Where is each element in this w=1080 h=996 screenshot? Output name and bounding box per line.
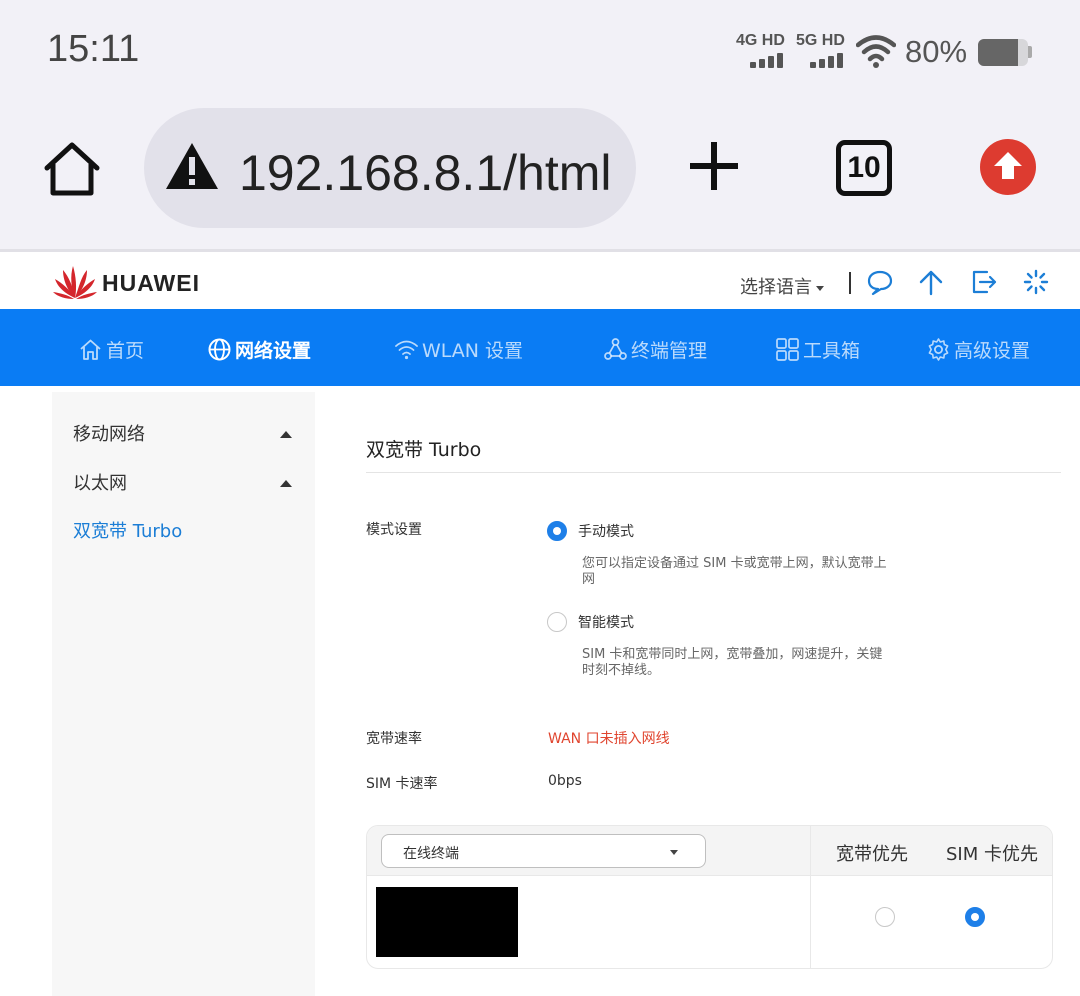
manual-mode-label[interactable]: 手动模式	[578, 521, 634, 541]
status-bar: 15:11 4G HD 5G HD 80%	[0, 0, 1080, 96]
nav-label: 终端管理	[631, 339, 708, 362]
address-bar[interactable]: 192.168.8.1/html	[144, 108, 636, 228]
col-sim-priority: SIM 卡优先	[946, 844, 1038, 865]
sidebar-item-mobile-network[interactable]: 移动网络	[73, 420, 145, 446]
logout-icon[interactable]	[970, 268, 998, 296]
gear-icon	[928, 337, 949, 361]
broadband-rate-value: WAN 口未插入网线	[548, 731, 670, 747]
sim-priority-radio[interactable]	[965, 907, 985, 927]
tab-switcher-button[interactable]: 10	[836, 140, 892, 196]
page-title: 双宽带 Turbo	[366, 439, 482, 461]
home-icon[interactable]	[40, 138, 104, 202]
manual-mode-radio[interactable]	[547, 521, 567, 541]
message-icon[interactable]	[866, 268, 894, 296]
divider	[366, 472, 1061, 473]
sidebar: 移动网络 以太网 双宽带 Turbo	[52, 392, 315, 996]
sim-rate-label: SIM 卡速率	[366, 776, 438, 792]
router-header: HUAWEI 选择语言	[0, 255, 1080, 309]
broadband-rate-label: 宽带速率	[366, 731, 422, 747]
grid-icon	[776, 337, 799, 361]
nav-wlan-settings[interactable]: WLAN 设置	[394, 335, 523, 363]
manual-mode-description: 您可以指定设备通过 SIM 卡或宽带上网，默认宽带上网	[582, 556, 887, 587]
dropdown-value: 在线终端	[403, 846, 459, 862]
mode-settings-label: 模式设置	[366, 522, 422, 538]
cellular-signal-icon: 4G HD	[736, 32, 785, 70]
loading-icon	[1023, 269, 1049, 295]
wifi-icon	[856, 35, 896, 68]
caret-up-icon[interactable]	[280, 480, 292, 487]
redacted-device-name	[376, 887, 518, 957]
smart-mode-description: SIM 卡和宽带同时上网，宽带叠加，网速提升，关键时刻不掉线。	[582, 647, 883, 678]
home-icon	[80, 339, 101, 360]
language-label: 选择语言	[740, 277, 812, 298]
nav-label: 首页	[106, 339, 145, 362]
url-text[interactable]: 192.168.8.1/html	[239, 144, 612, 202]
caret-up-icon[interactable]	[280, 431, 292, 438]
huawei-logo	[53, 266, 97, 299]
online-devices-dropdown[interactable]: 在线终端	[381, 834, 706, 868]
broadband-priority-radio[interactable]	[875, 907, 895, 927]
main-nav: 首页 网络设置 WLAN 设置 终端管理 工具箱 高级设置	[0, 309, 1080, 386]
warning-icon[interactable]	[164, 140, 220, 192]
device-priority-table: 在线终端 宽带优先 SIM 卡优先	[366, 825, 1053, 969]
sidebar-item-dual-broadband-turbo[interactable]: 双宽带 Turbo	[73, 517, 182, 543]
nav-label: 网络设置	[235, 339, 312, 362]
arrow-up-icon	[994, 152, 1022, 179]
update-button[interactable]	[980, 139, 1036, 195]
nav-label: WLAN 设置	[422, 339, 524, 362]
sim-rate-value: 0bps	[548, 773, 582, 789]
nav-home[interactable]: 首页	[78, 335, 144, 363]
sidebar-item-ethernet[interactable]: 以太网	[73, 469, 127, 495]
battery-percent: 80%	[905, 34, 968, 69]
new-tab-icon[interactable]	[688, 140, 740, 192]
table-header: 在线终端 宽带优先 SIM 卡优先	[367, 826, 1052, 876]
language-selector[interactable]: 选择语言	[740, 273, 824, 299]
browser-toolbar: 192.168.8.1/html 10	[0, 96, 1080, 252]
nav-device-management[interactable]: 终端管理	[603, 335, 707, 363]
smart-mode-label[interactable]: 智能模式	[578, 612, 634, 632]
chevron-down-icon	[670, 850, 678, 855]
nav-toolbox[interactable]: 工具箱	[775, 335, 860, 363]
nav-network-settings[interactable]: 网络设置	[207, 335, 311, 363]
globe-icon	[208, 338, 231, 360]
clock: 15:11	[47, 28, 140, 70]
battery-icon	[978, 39, 1028, 66]
nav-label: 工具箱	[803, 339, 861, 362]
nav-label: 高级设置	[954, 339, 1031, 362]
smart-mode-radio[interactable]	[547, 612, 567, 632]
cellular-signal-icon: 5G HD	[796, 32, 845, 70]
nav-advanced-settings[interactable]: 高级设置	[926, 335, 1030, 363]
col-broadband-priority: 宽带优先	[836, 844, 908, 865]
brand-name: HUAWEI	[102, 270, 200, 296]
devices-icon	[604, 337, 627, 360]
wifi-icon	[395, 340, 418, 359]
upload-icon[interactable]	[917, 268, 945, 296]
